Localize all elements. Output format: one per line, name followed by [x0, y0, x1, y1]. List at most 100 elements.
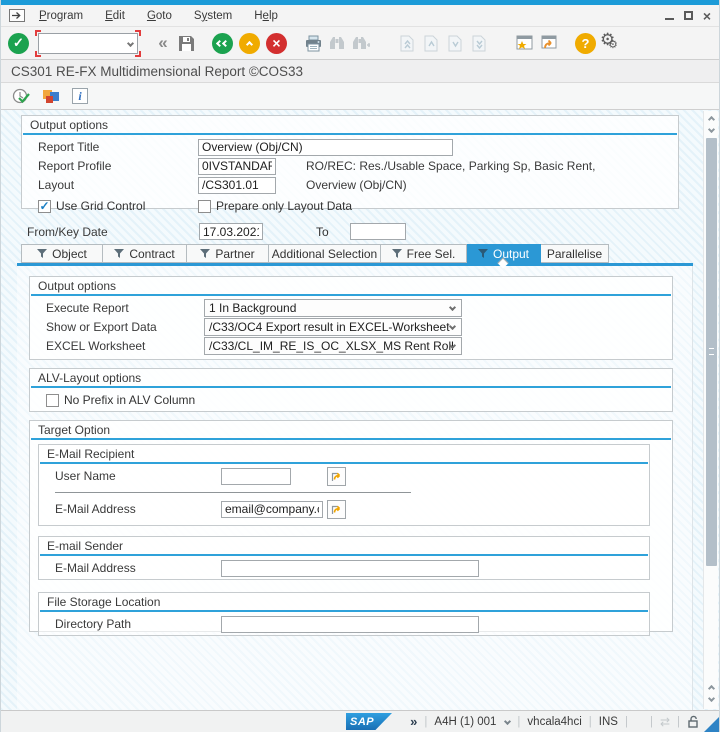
tab-free-sel[interactable]: Free Sel.: [381, 244, 467, 263]
customize-layout-icon[interactable]: ⚙ ⚙: [596, 30, 620, 54]
group-rule: [31, 438, 671, 440]
new-session-icon[interactable]: [513, 31, 537, 55]
collapse-icon[interactable]: «: [150, 31, 174, 55]
enter-button[interactable]: ✓: [8, 32, 29, 54]
chevron-down-icon: [448, 303, 457, 312]
use-grid-control-checkbox[interactable]: [38, 199, 51, 213]
tab-partner[interactable]: Partner: [187, 244, 269, 263]
selection-screen: Output options Report Title Report Profi…: [1, 110, 719, 732]
target-option-group: Target Option E-Mail Recipient User Name…: [29, 420, 673, 636]
group-rule: [23, 133, 677, 135]
resize-grip[interactable]: [704, 717, 719, 732]
tab-label: Output: [492, 246, 530, 261]
user-name-multi-select-button[interactable]: [327, 466, 346, 486]
system-session-info[interactable]: A4H (1) 001: [434, 716, 496, 728]
excel-worksheet-label: EXCEL Worksheet: [46, 339, 146, 353]
prepare-layout-label: Prepare only Layout Data: [216, 199, 353, 213]
no-prefix-checkbox[interactable]: [46, 393, 59, 407]
help-icon[interactable]: ?: [575, 32, 596, 54]
cancel-icon[interactable]: ×: [266, 32, 287, 54]
group-title: ALV-Layout options: [38, 371, 142, 385]
menu-goto[interactable]: Goto: [147, 10, 172, 22]
last-page-icon: [467, 31, 491, 55]
save-icon[interactable]: [174, 31, 198, 55]
user-name-input[interactable]: [221, 467, 291, 485]
host-name: vhcala4hci: [527, 715, 582, 728]
file-storage-group: File Storage Location Directory Path: [38, 592, 650, 636]
chevron-down-icon[interactable]: [504, 717, 512, 726]
tab-label: Additional Selection: [271, 246, 378, 261]
group-rule: [31, 294, 671, 296]
status-expand-icon[interactable]: »: [410, 714, 417, 729]
prepare-layout-checkbox[interactable]: [198, 199, 211, 213]
data-transfer-icon: ⇄: [659, 714, 670, 729]
info-icon[interactable]: i: [72, 88, 88, 104]
scrollbar-thumb[interactable]: [706, 138, 717, 566]
recipient-email-input[interactable]: [221, 500, 323, 518]
next-page-icon: [443, 31, 467, 55]
menu-program[interactable]: Program: [39, 10, 83, 22]
tab-strip: Object Contract Partner Additional Selec…: [21, 244, 609, 263]
focus-bracket: [35, 50, 41, 57]
find-icon: [325, 31, 349, 55]
standard-toolbar: ✓ « × ? ⚙ ⚙: [1, 27, 719, 60]
exit-icon[interactable]: [239, 32, 260, 54]
layout-input[interactable]: [198, 176, 276, 194]
report-profile-input[interactable]: [198, 157, 276, 175]
get-variant-icon[interactable]: [42, 88, 61, 105]
group-rule: [40, 462, 648, 464]
minimize-icon[interactable]: [664, 12, 674, 20]
menu-system[interactable]: System: [194, 10, 232, 22]
application-toolbar: i: [1, 83, 719, 110]
from-key-date-input[interactable]: [199, 223, 263, 240]
directory-path-input[interactable]: [221, 615, 479, 633]
group-title: File Storage Location: [47, 595, 161, 609]
sender-email-input[interactable]: [221, 559, 479, 577]
scroll-down-icon[interactable]: [704, 124, 718, 137]
session-menu-icon[interactable]: [9, 9, 25, 22]
divider: |: [624, 715, 628, 728]
scroll-up-icon[interactable]: [704, 680, 718, 693]
insert-mode[interactable]: INS: [599, 716, 618, 728]
group-title: E-mail Sender: [47, 539, 124, 553]
execute-report-label: Execute Report: [46, 301, 129, 315]
back-icon[interactable]: [212, 32, 233, 54]
group-title: Output options: [30, 118, 109, 132]
maximize-icon[interactable]: [683, 11, 693, 20]
chevron-down-icon: [448, 322, 457, 331]
layout-description: Overview (Obj/CN): [306, 178, 407, 192]
divider: |: [517, 715, 521, 728]
email-recipient-group: E-Mail Recipient User Name E-Mail Addres…: [38, 444, 650, 526]
menu-edit[interactable]: Edit: [105, 10, 125, 22]
unlock-icon: [687, 715, 699, 728]
tab-contract[interactable]: Contract: [103, 244, 187, 263]
create-shortcut-icon[interactable]: [537, 31, 561, 55]
recipient-email-label: E-Mail Address: [55, 502, 136, 516]
scroll-down-icon[interactable]: [704, 693, 718, 706]
tab-label: Object: [52, 246, 87, 261]
tab-parallelise[interactable]: Parallelise: [541, 244, 609, 263]
print-icon[interactable]: [301, 31, 325, 55]
prepare-layout-group: Prepare only Layout Data: [198, 199, 352, 213]
group-rule: [40, 554, 648, 556]
close-icon[interactable]: ×: [703, 9, 711, 23]
divider: |: [424, 715, 428, 728]
report-profile-description: RO/REC: Res./Usable Space, Parking Sp, B…: [306, 159, 596, 173]
execute-report-select[interactable]: 1 In Background: [204, 299, 462, 317]
group-title: E-Mail Recipient: [47, 447, 135, 461]
menu-help[interactable]: Help: [254, 10, 278, 22]
tab-additional-selection[interactable]: Additional Selection: [269, 244, 381, 263]
command-field[interactable]: [38, 32, 138, 54]
select-value: 1 In Background: [209, 301, 297, 315]
excel-worksheet-select[interactable]: /C33/CL_IM_RE_IS_OC_XLSX_MS Rent Roll: [204, 337, 462, 355]
tab-label: Free Sel.: [406, 246, 456, 261]
recipient-email-multi-select-button[interactable]: [327, 499, 346, 519]
show-export-select[interactable]: /C33/OC4 Export result in EXCEL-Workshee…: [204, 318, 462, 336]
scrollbar-bottom-arrows: [704, 680, 718, 706]
tab-object[interactable]: Object: [21, 244, 103, 263]
vertical-scrollbar[interactable]: [703, 111, 718, 709]
to-date-input[interactable]: [349, 223, 406, 240]
execute-icon[interactable]: [12, 87, 31, 105]
scroll-up-icon[interactable]: [704, 111, 718, 124]
report-title-input[interactable]: [198, 138, 453, 156]
